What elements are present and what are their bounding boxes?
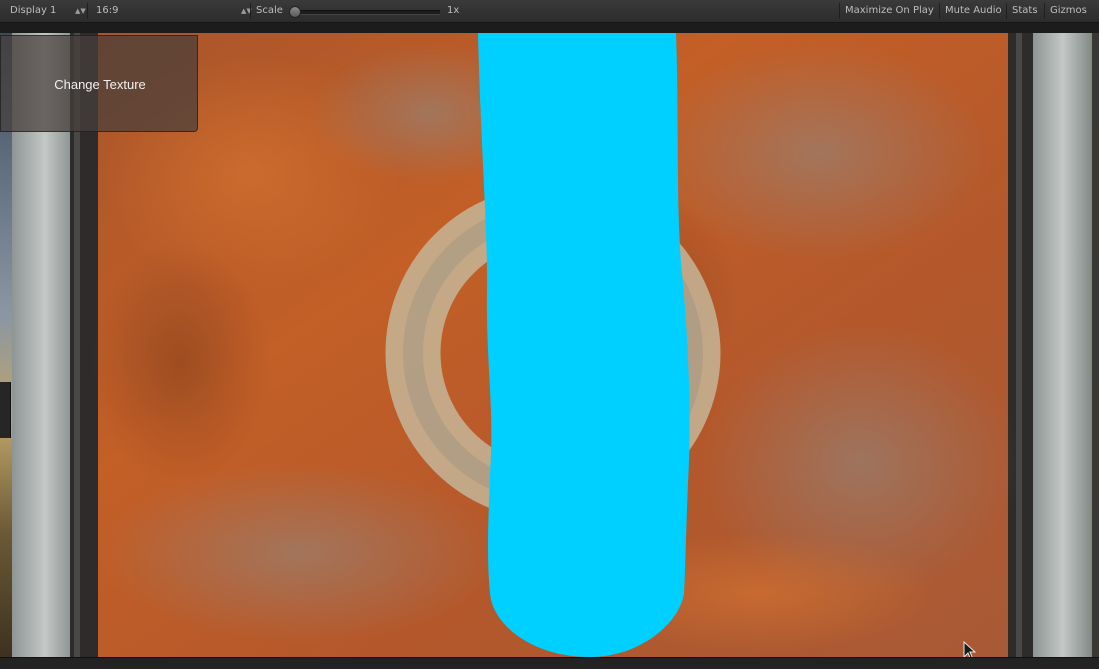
gizmos-dropdown[interactable]: Gizmos (1050, 0, 1087, 22)
aspect-dropdown[interactable]: 16:9 (96, 0, 118, 22)
scale-label: Scale (256, 5, 283, 16)
scale-slider-track[interactable] (292, 10, 440, 15)
resize-handle[interactable] (0, 382, 11, 438)
toolbar-separator (250, 3, 251, 19)
toolbar-separator (939, 3, 940, 19)
change-texture-button[interactable]: Change Texture (1, 36, 199, 133)
toolbar-separator (87, 3, 88, 19)
display-dropdown[interactable]: Display 1 (10, 0, 56, 22)
maximize-on-play-toggle[interactable]: Maximize On Play (845, 0, 934, 22)
toolbar-separator (1006, 3, 1007, 19)
gui-panel: Change Texture (0, 35, 198, 132)
toolbar-separator (1044, 3, 1045, 19)
game-view-bottom-bar (0, 657, 1099, 669)
scale-slider-thumb[interactable] (289, 6, 301, 18)
game-view-toolbar: Display 1 ▲▼ 16:9 ▲▼ Scale 1x Maximize O… (0, 0, 1099, 23)
display-dropdown-arrow-icon: ▲▼ (75, 7, 86, 15)
scale-readout: 1x (447, 5, 460, 16)
toolbar-shadow (0, 23, 1099, 33)
mute-audio-toggle[interactable]: Mute Audio (945, 0, 1002, 22)
stats-toggle[interactable]: Stats (1012, 0, 1038, 22)
toolbar-separator (839, 3, 840, 19)
aspect-label: 16:9 (96, 5, 119, 16)
display-label: Display 1 (10, 5, 57, 16)
